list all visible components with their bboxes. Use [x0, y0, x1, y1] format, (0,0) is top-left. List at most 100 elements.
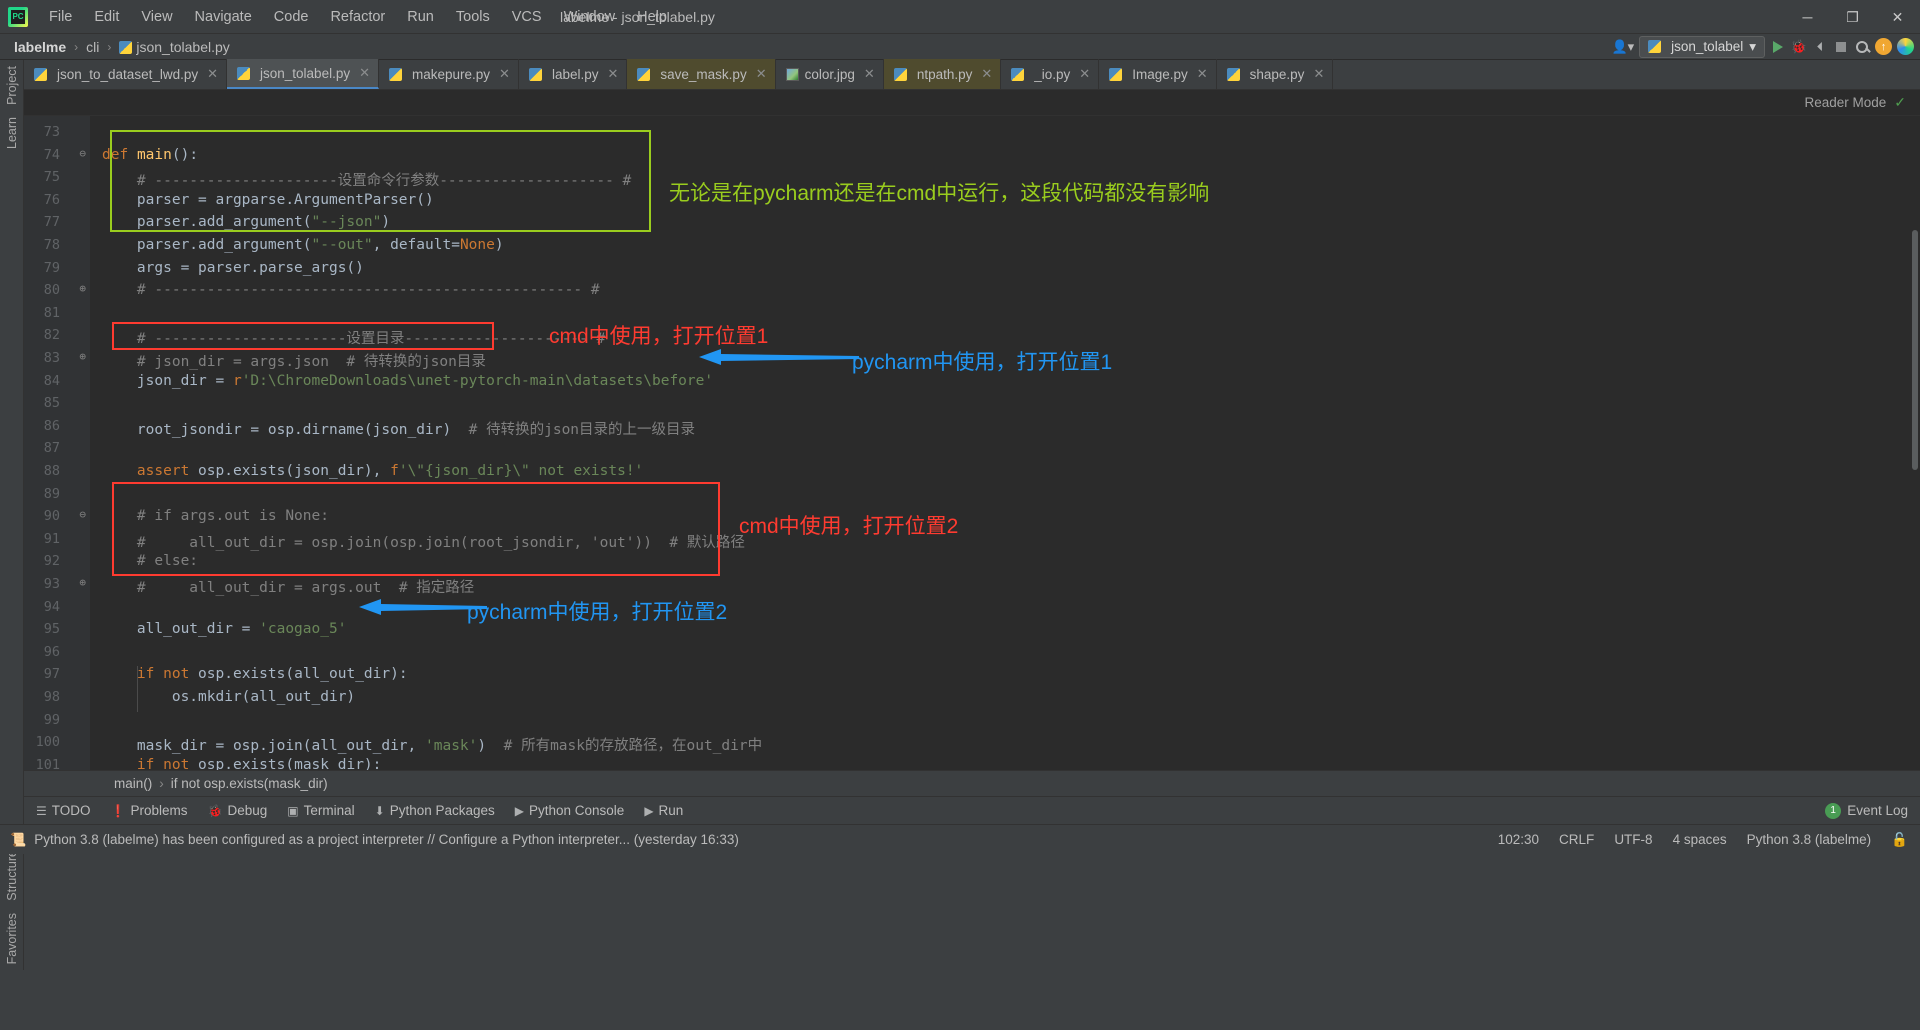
editor-tab-makepure-py[interactable]: makepure.py ✕	[379, 59, 519, 89]
python-file-icon	[1011, 67, 1025, 81]
close-tab-icon[interactable]: ✕	[1079, 66, 1090, 82]
editor-code-area[interactable]: def main(): # ---------------------设置命令行…	[90, 116, 1920, 770]
editor-tab-ntpath-py[interactable]: ntpath.py ✕	[883, 59, 1002, 89]
tool-window-problems[interactable]: ❗ Problems	[111, 803, 188, 818]
code-line: parser.add_argument("--json")	[102, 214, 391, 231]
run-icon[interactable]	[1770, 39, 1786, 55]
navigation-bar: labelme › cli › json_tolabel.py 👤▾ json_…	[0, 34, 1920, 60]
close-tab-icon[interactable]: ✕	[608, 66, 619, 82]
tab-label: json_tolabel.py	[260, 65, 351, 81]
close-tab-icon[interactable]: ✕	[756, 66, 767, 82]
tool-window-button-favorites[interactable]: Favorites	[1, 907, 23, 970]
close-tab-icon[interactable]: ✕	[499, 66, 510, 82]
problems-icon: ❗	[110, 803, 126, 818]
breadcrumb-method[interactable]: main()	[114, 776, 152, 791]
code-fold-icon[interactable]: ⊖	[79, 147, 86, 160]
menu-item-view[interactable]: View	[130, 5, 183, 29]
tool-window-button-project[interactable]: Project	[1, 60, 23, 111]
menu-item-vcs[interactable]: VCS	[501, 5, 553, 29]
python-file-icon	[1109, 67, 1123, 81]
pycharm-logo-icon	[8, 6, 28, 27]
tool-window-label: Run	[658, 803, 684, 818]
plugin-icon[interactable]	[1897, 38, 1914, 55]
breadcrumb-file[interactable]: json_tolabel.py	[115, 38, 233, 56]
stop-icon[interactable]	[1833, 39, 1849, 55]
editor-tab-shape-py[interactable]: shape.py ✕	[1217, 59, 1334, 89]
menu-item-file[interactable]: File	[38, 5, 83, 29]
tab-label: json_to_dataset_lwd.py	[57, 66, 199, 82]
close-tab-icon[interactable]: ✕	[359, 65, 370, 81]
code-fold-icon[interactable]: ⊕	[79, 576, 86, 589]
editor-tab-label-py[interactable]: label.py ✕	[519, 59, 628, 89]
line-number: 88	[43, 463, 60, 479]
python-file-icon	[528, 67, 542, 81]
menu-item-run[interactable]: Run	[396, 5, 445, 29]
line-number: 81	[43, 304, 60, 321]
close-tab-icon[interactable]: ✕	[1313, 66, 1324, 82]
editor-tab--io-py[interactable]: _io.py ✕	[1001, 59, 1100, 89]
close-tab-icon[interactable]: ✕	[207, 66, 218, 82]
breadcrumb-folder[interactable]: cli	[82, 38, 103, 56]
debug-icon: 🐞	[207, 803, 223, 818]
search-icon[interactable]	[1854, 39, 1870, 55]
menu-item-code[interactable]: Code	[263, 5, 320, 29]
event-log-label[interactable]: Event Log	[1847, 803, 1908, 818]
code-fold-icon[interactable]: ⊕	[79, 282, 86, 295]
tool-window-run[interactable]: ▶ Run	[644, 803, 683, 818]
check-icon: ✓	[1894, 94, 1906, 110]
python-file-icon	[389, 67, 402, 81]
close-tab-icon[interactable]: ✕	[864, 66, 875, 82]
editor-tab-image-py[interactable]: Image.py ✕	[1099, 59, 1217, 89]
tool-window-python-console[interactable]: ▶ Python Console	[515, 803, 625, 818]
tool-window-todo[interactable]: ☰ TODO	[36, 803, 91, 818]
line-number: 84	[43, 372, 60, 389]
user-icon[interactable]: 👤▾	[1611, 39, 1634, 55]
update-icon[interactable]: ↑	[1875, 38, 1892, 55]
event-log-area[interactable]: 1 Event Log	[1825, 802, 1908, 819]
breadcrumb-statement[interactable]: if not osp.exists(mask_dir)	[171, 776, 328, 791]
run-configuration-selector[interactable]: json_tolabel ▾	[1639, 35, 1765, 58]
close-tab-icon[interactable]: ✕	[981, 66, 992, 82]
reader-mode-label[interactable]: Reader Mode	[1804, 95, 1886, 110]
editor-gutter[interactable]: 73 74 ⊖ 75 76 77 78 79 80 ⊕ 81 82 83 ⊕ 84 85 86 87 88 89 90 ⊖…	[24, 116, 90, 770]
close-tab-icon[interactable]: ✕	[1197, 66, 1208, 82]
coverage-icon[interactable]: ⏴	[1812, 39, 1828, 55]
status-message[interactable]: Python 3.8 (labelme) has been configured…	[34, 832, 739, 847]
code-line: args = parser.parse_args()	[102, 259, 364, 276]
code-line: json_dir = r'D:\ChromeDownloads\unet-pyt…	[102, 372, 714, 389]
line-number: 83	[43, 350, 60, 366]
interpreter-label[interactable]: Python 3.8 (labelme)	[1747, 832, 1872, 847]
close-button[interactable]: ✕	[1875, 0, 1920, 34]
indent-setting[interactable]: 4 spaces	[1673, 832, 1727, 847]
menu-item-edit[interactable]: Edit	[83, 5, 130, 29]
tool-window-python-packages[interactable]: ⬇ Python Packages	[375, 803, 495, 818]
breadcrumb-project[interactable]: labelme	[10, 38, 70, 56]
line-separator[interactable]: CRLF	[1559, 832, 1594, 847]
tool-window-button-learn[interactable]: Learn	[1, 111, 23, 155]
editor-tab-color-jpg[interactable]: color.jpg ✕	[776, 59, 884, 89]
line-number: 92	[43, 553, 60, 570]
maximize-button[interactable]: ❐	[1830, 0, 1875, 34]
tab-label: ntpath.py	[916, 66, 973, 82]
editor-vertical-scrollbar[interactable]	[1912, 230, 1918, 470]
menu-item-navigate[interactable]: Navigate	[184, 5, 263, 29]
unlock-icon[interactable]: 🔓	[1891, 832, 1908, 848]
code-editor[interactable]: Reader Mode ✓ 73 74 ⊖ 75 76 77 78 79 80 ⊕ 81 82 83 ⊕ 8…	[24, 90, 1920, 770]
editor-tab-json-tolabel-py[interactable]: json_tolabel.py ✕	[227, 59, 379, 89]
editor-tab-save-mask-py[interactable]: save_mask.py ✕	[627, 59, 776, 89]
minimize-button[interactable]: ─	[1785, 0, 1830, 34]
tab-label: save_mask.py	[660, 66, 747, 82]
menu-item-refactor[interactable]: Refactor	[319, 5, 396, 29]
file-encoding[interactable]: UTF-8	[1614, 832, 1652, 847]
caret-position[interactable]: 102:30	[1498, 832, 1539, 847]
menu-item-tools[interactable]: Tools	[445, 5, 501, 29]
line-number: 86	[43, 417, 60, 434]
code-fold-icon[interactable]: ⊕	[79, 350, 86, 363]
tool-window-terminal[interactable]: ▣ Terminal	[287, 803, 354, 818]
tool-window-debug[interactable]: 🐞 Debug	[208, 803, 268, 818]
debug-icon[interactable]: 🐞	[1791, 39, 1807, 55]
code-fold-icon[interactable]: ⊖	[79, 508, 86, 521]
run-icon: ▶	[644, 803, 654, 818]
editor-tab-json-to-dataset-lwd-py[interactable]: json_to_dataset_lwd.py ✕	[24, 59, 228, 89]
code-line: root_jsondir = osp.dirname(json_dir) # 待…	[102, 421, 696, 438]
